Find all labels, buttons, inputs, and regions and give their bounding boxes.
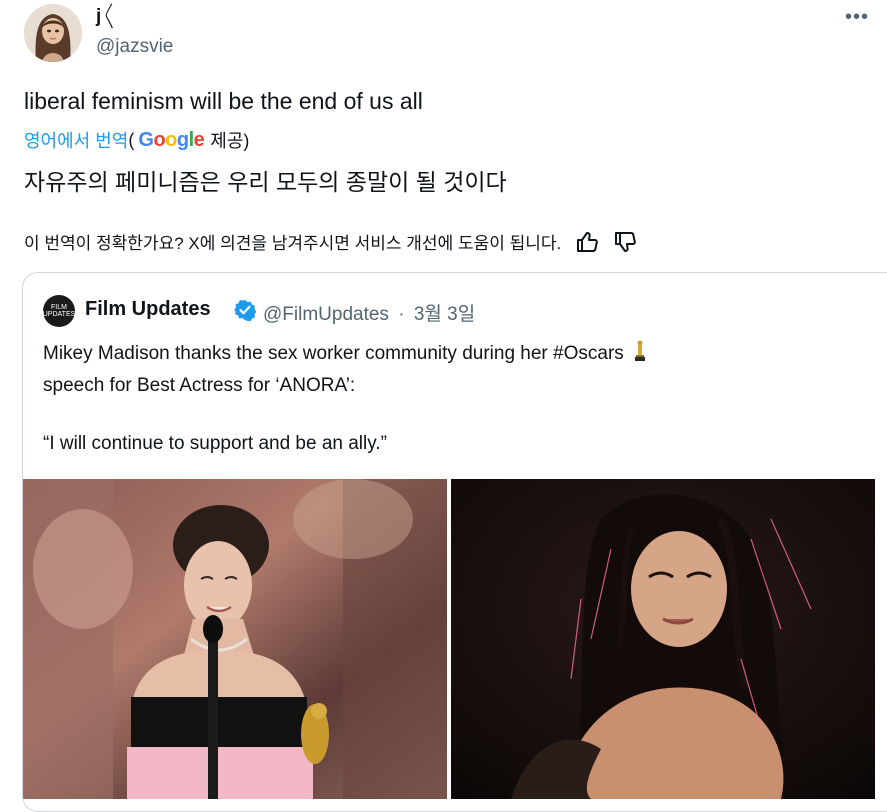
quoted-text-line-2: speech for Best Actress for ‘ANORA’: — [43, 375, 356, 396]
wings-icon: 〳〵 — [103, 9, 117, 24]
quoted-text-line-1: Mikey Madison thanks the sex worker comm… — [43, 343, 624, 364]
translation-attribution: 영어에서 번역 ( Google 제공) — [24, 127, 249, 153]
feedback-prompt: 이 번역이 정확한가요? X에 의견을 남겨주시면 서비스 개선에 도움이 됩니… — [24, 234, 562, 253]
open-paren: ( — [128, 129, 135, 150]
quoted-photo-portrait[interactable] — [451, 479, 875, 799]
quoted-author-avatar[interactable]: FILM UPDATES — [43, 295, 75, 327]
verified-badge-icon — [234, 299, 257, 326]
quoted-photo-stage[interactable] — [23, 479, 447, 799]
oscar-trophy-icon — [633, 340, 647, 371]
meta-separator: · — [398, 304, 405, 325]
translate-link[interactable]: 영어에서 번역 — [24, 127, 128, 153]
quoted-avatar-text: FILM UPDATES — [42, 304, 76, 318]
avatar-illustration — [24, 4, 82, 62]
google-logo: Google — [138, 128, 205, 151]
quoted-text-line-3: “I will continue to support and be an al… — [43, 433, 387, 454]
tweet-text: liberal feminism will be the end of us a… — [24, 88, 423, 114]
quoted-handle[interactable]: @FilmUpdates — [263, 304, 389, 325]
stage-photo-image — [23, 479, 447, 799]
translated-text: 자유주의 페미니즘은 우리 모두의 종말이 될 것이다 — [24, 169, 507, 195]
quoted-text: Mikey Madison thanks the sex worker comm… — [43, 339, 803, 458]
portrait-photo-image — [451, 479, 875, 799]
author-avatar[interactable] — [24, 4, 82, 62]
thumbs-down-icon[interactable] — [613, 231, 637, 253]
translation-feedback: 이 번역이 정확한가요? X에 의견을 남겨주시면 서비스 개선에 도움이 됩니… — [24, 229, 637, 254]
more-icon[interactable]: ••• — [845, 6, 869, 29]
author-display-name[interactable]: j 〳〵 — [96, 6, 116, 28]
author-handle[interactable]: @jazsvie — [96, 36, 173, 58]
provider-suffix: 제공) — [210, 131, 250, 151]
author-name-text: j — [96, 6, 102, 27]
thumbs-up-icon[interactable] — [575, 231, 599, 253]
quoted-tweet-card[interactable]: FILM UPDATES Film Updates @FilmUpdates ·… — [22, 272, 887, 812]
quoted-author-name[interactable]: Film Updates — [85, 298, 211, 321]
quoted-date[interactable]: 3월 3일 — [414, 304, 475, 325]
quoted-meta: @FilmUpdates · 3월 3일 — [263, 299, 475, 326]
